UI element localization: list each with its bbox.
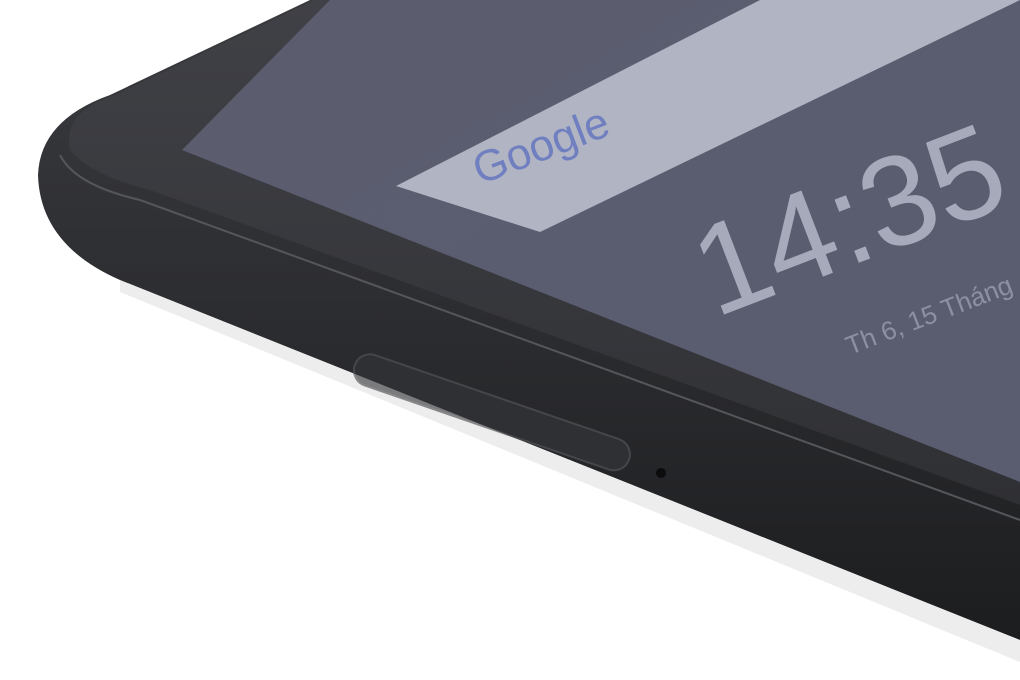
sim-eject-hole — [656, 468, 666, 478]
phone-scene: Google 14:35 Th 6, 15 Tháng — [38, 0, 1020, 662]
